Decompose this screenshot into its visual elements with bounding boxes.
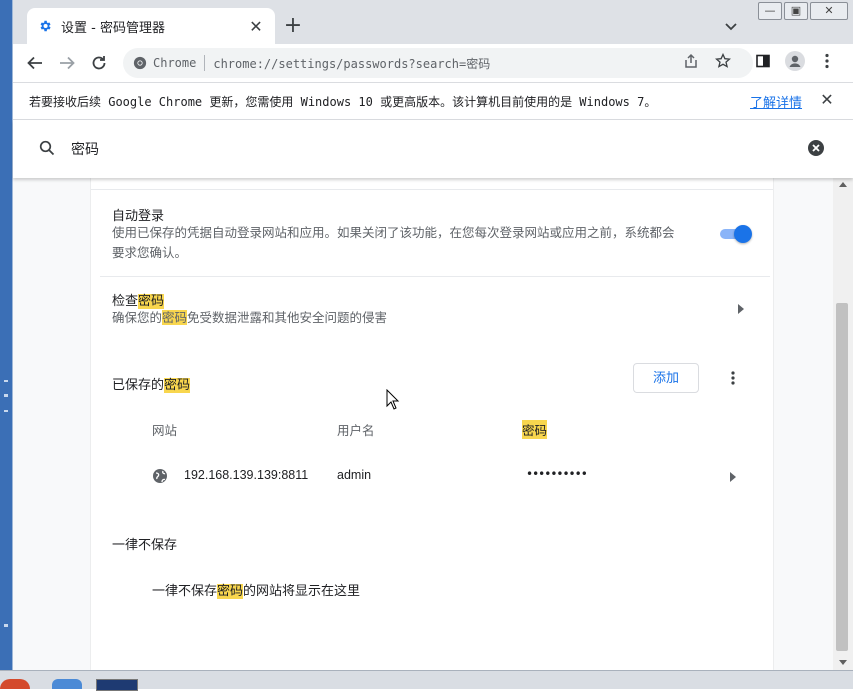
kebab-icon[interactable] xyxy=(724,369,742,387)
autosignin-desc-line2: 要求您确认。 xyxy=(112,245,188,260)
scroll-thumb[interactable] xyxy=(836,303,848,651)
autosignin-title: 自动登录 xyxy=(112,209,165,224)
gear-icon xyxy=(37,18,53,34)
saved-title-prefix: 已保存的 xyxy=(112,378,165,393)
scroll-up-icon[interactable] xyxy=(839,182,847,187)
column-header-site: 网站 xyxy=(152,423,178,438)
search-icon xyxy=(39,140,57,158)
taskbar xyxy=(0,670,853,691)
star-icon[interactable] xyxy=(713,51,733,71)
tab-close-icon[interactable]: ✕ xyxy=(247,17,265,36)
maximize-button[interactable]: ▣ xyxy=(784,2,808,20)
saved-title-highlight: 密码 xyxy=(164,378,191,393)
chrome-logo-icon xyxy=(133,56,147,70)
new-tab-button[interactable]: + xyxy=(281,14,305,38)
row-username: admin xyxy=(337,468,372,482)
url-text: chrome://settings/passwords?search=密码 xyxy=(213,56,491,71)
taskbar-app-icon[interactable] xyxy=(96,679,138,691)
check-passwords-desc: 确保您的密码免受数据泄露和其他安全问题的侵害 xyxy=(112,308,387,328)
toggle-knob xyxy=(734,225,752,243)
autosignin-desc-line1: 使用已保存的凭据自动登录网站和应用。如果关闭了该功能，在您每次登录网站或应用之前… xyxy=(112,225,675,240)
cursor-icon xyxy=(386,388,400,411)
saved-passwords-title: 已保存的密码 xyxy=(112,374,191,393)
back-arrow-icon[interactable] xyxy=(23,51,47,75)
scroll-down-icon[interactable] xyxy=(839,660,847,665)
row-site: 192.168.139.139:8811 xyxy=(184,468,309,482)
check-desc-prefix: 确保您的 xyxy=(112,310,163,325)
address-bar[interactable]: Chrome chrome://settings/passwords?searc… xyxy=(123,48,753,78)
chevron-right-icon xyxy=(738,304,748,314)
tab-search-chevron-down-icon[interactable] xyxy=(721,16,741,36)
omnibox-separator xyxy=(204,55,206,71)
share-icon[interactable] xyxy=(681,51,701,71)
row-divider xyxy=(100,276,770,277)
clear-search-icon[interactable] xyxy=(807,139,827,159)
window-close-button[interactable]: ✕ xyxy=(810,2,848,20)
infobar-message: 若要接收后续 Google Chrome 更新，您需使用 Windows 10 … xyxy=(29,95,657,109)
card-top-divider xyxy=(91,189,773,190)
infobar-close-icon[interactable]: ✕ xyxy=(818,91,836,109)
toolbar: Chrome chrome://settings/passwords?searc… xyxy=(13,44,853,83)
sidepanel-icon[interactable] xyxy=(753,51,773,71)
check-title-prefix: 检查 xyxy=(112,294,139,309)
check-desc-suffix: 免受数据泄露和其他安全问题的侵害 xyxy=(187,310,388,325)
never-empty-highlight: 密码 xyxy=(217,584,244,599)
never-empty-suffix: 的网站将显示在这里 xyxy=(243,584,361,599)
menu-icon[interactable] xyxy=(817,51,837,71)
column-header-password: 密码 xyxy=(522,420,548,439)
row-chevron-right-icon xyxy=(730,472,740,482)
profile-icon[interactable] xyxy=(785,51,805,71)
never-saved-title: 一律不保存 xyxy=(112,538,178,553)
autosignin-toggle[interactable] xyxy=(720,225,752,243)
forward-arrow-icon[interactable] xyxy=(55,51,79,75)
never-empty-prefix: 一律不保存 xyxy=(152,584,218,599)
never-saved-empty-text: 一律不保存密码的网站将显示在这里 xyxy=(152,580,360,599)
tab-settings-passwords[interactable]: 设置 - 密码管理器 ✕ xyxy=(27,8,275,44)
row-password-masked: •••••••••• xyxy=(526,467,588,481)
check-title-highlight: 密码 xyxy=(138,294,165,309)
reload-icon[interactable] xyxy=(87,51,111,75)
check-desc-highlight: 密码 xyxy=(162,310,188,325)
site-chip-label: Chrome xyxy=(153,56,197,70)
site-chip[interactable]: Chrome xyxy=(133,56,196,70)
settings-search-bar: 密码 xyxy=(13,120,853,178)
check-passwords-title: 检查密码 xyxy=(112,290,165,309)
minimize-button[interactable]: — xyxy=(758,2,782,20)
search-input[interactable]: 密码 xyxy=(71,139,99,159)
globe-icon xyxy=(152,468,168,484)
add-password-button[interactable]: 添加 xyxy=(633,363,699,393)
learn-more-link[interactable]: 了解详情 xyxy=(750,92,802,111)
column-header-username: 用户名 xyxy=(337,423,375,438)
tab-strip: 设置 - 密码管理器 ✕ + — ▣ ✕ xyxy=(13,0,853,44)
tab-title: 设置 - 密码管理器 xyxy=(61,20,165,36)
vertical-scrollbar[interactable] xyxy=(833,178,853,670)
desktop-edge-marks xyxy=(4,380,8,640)
update-infobar: 若要接收后续 Google Chrome 更新，您需使用 Windows 10 … xyxy=(13,83,853,120)
